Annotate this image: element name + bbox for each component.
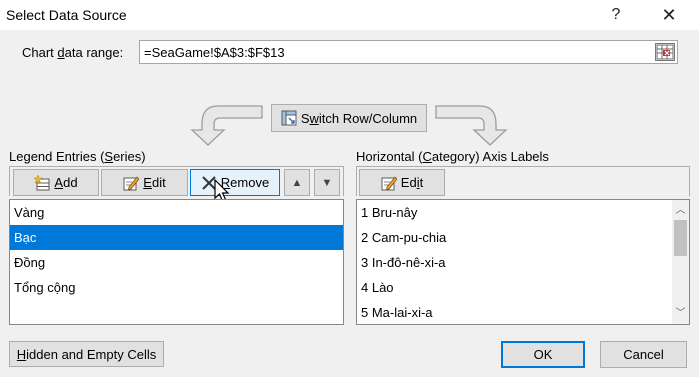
cancel-button[interactable]: Cancel — [600, 341, 687, 368]
edit-axis-labels-button[interactable]: Edit — [359, 169, 445, 196]
switch-row-column-button[interactable]: Switch Row/Column — [271, 104, 427, 132]
legend-series-item[interactable]: Tổng cộng — [10, 275, 343, 300]
close-button[interactable]: ✕ — [654, 4, 684, 26]
chart-data-range-input[interactable]: =SeaGame!$A$3:$F$13 — [139, 40, 678, 64]
axis-list-scrollbar[interactable]: ︿ ﹀ — [672, 200, 689, 324]
edit-series-label: Edit — [143, 175, 166, 190]
cancel-label: Cancel — [623, 347, 664, 362]
add-series-label: Add — [54, 175, 78, 190]
range-selector-icon[interactable] — [655, 43, 675, 61]
chart-data-range-value: =SeaGame!$A$3:$F$13 — [144, 45, 285, 60]
axis-label-item[interactable]: 4 Lào — [357, 275, 689, 300]
scroll-up-arrow-icon[interactable]: ︿ — [672, 202, 689, 219]
legend-series-item[interactable]: Bạc — [10, 225, 343, 250]
dialog-title: Select Data Source — [6, 7, 127, 23]
chart-data-range-label: Chart data range: — [22, 45, 124, 60]
switch-row-column-icon — [281, 110, 297, 126]
legend-series-list[interactable]: Vàng Bạc Đồng Tổng cộng — [9, 199, 344, 325]
edit-series-icon — [123, 175, 140, 191]
legend-entries-label: Legend Entries (Series) — [9, 149, 146, 164]
move-down-icon: ▼ — [321, 176, 333, 189]
title-bar: Select Data Source ? ✕ — [0, 0, 699, 30]
hidden-empty-cells-button[interactable]: Hidden and Empty Cells — [9, 341, 164, 367]
axis-label-item[interactable]: 2 Cam-pu-chia — [357, 225, 689, 250]
axis-labels-label: Horizontal (Category) Axis Labels — [356, 149, 549, 164]
add-series-icon — [33, 173, 50, 191]
ok-label: OK — [533, 347, 553, 362]
legend-series-item[interactable]: Đồng — [10, 250, 343, 275]
move-up-button[interactable]: ▲ — [284, 169, 310, 196]
add-series-button[interactable]: Add — [13, 169, 99, 196]
axis-label-item[interactable]: 3 In-đô-nê-xi-a — [357, 250, 689, 275]
edit-axis-labels-label: Edit — [400, 175, 424, 190]
left-curved-arrow-icon — [190, 105, 263, 146]
axis-label-item[interactable]: 1 Bru-nây — [357, 200, 689, 225]
scroll-thumb[interactable] — [674, 220, 687, 256]
switch-row-column-label: Switch Row/Column — [300, 110, 418, 126]
help-button[interactable]: ? — [601, 4, 631, 26]
right-curved-arrow-icon — [435, 105, 508, 146]
move-down-button[interactable]: ▼ — [314, 169, 340, 196]
axis-labels-list[interactable]: 1 Bru-nây 2 Cam-pu-chia 3 In-đô-nê-xi-a 4 L… — [356, 199, 690, 325]
legend-series-item[interactable]: Vàng — [10, 200, 343, 225]
hidden-empty-cells-label: Hidden and Empty Cells — [16, 346, 157, 362]
move-up-icon: ▲ — [291, 176, 303, 189]
scroll-down-arrow-icon[interactable]: ﹀ — [672, 305, 689, 322]
edit-axis-icon — [381, 175, 398, 191]
edit-series-button[interactable]: Edit — [101, 169, 188, 196]
axis-label-item[interactable]: 5 Ma-lai-xi-a — [357, 300, 689, 324]
remove-series-button[interactable]: Remove — [190, 169, 280, 196]
ok-button[interactable]: OK — [501, 341, 585, 368]
